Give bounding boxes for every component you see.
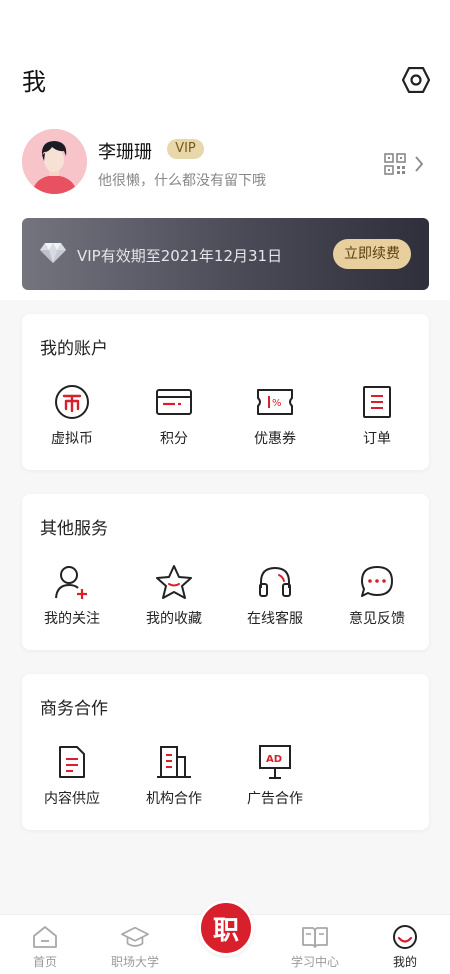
chat-icon [361, 566, 393, 597]
institution-cooperation-label: 机构合作 [146, 791, 202, 807]
settings-button[interactable] [400, 64, 432, 96]
svg-text:AD: AD [266, 754, 282, 765]
book-icon [302, 927, 328, 948]
tab-mine-label: 我的 [392, 955, 417, 969]
coin-icon [55, 385, 89, 419]
renew-button[interactable]: 立即续费 [333, 239, 411, 269]
diamond-icon [40, 243, 66, 263]
account-card: 我的账户 虚拟币 积分 % 优惠券 订单 [22, 314, 429, 470]
tab-home-label: 首页 [32, 955, 57, 969]
vip-banner: VIP有效期至2021年12月31日 立即续费 [22, 218, 429, 290]
services-card-title: 其他服务 [40, 519, 108, 539]
qr-code-icon [384, 153, 406, 175]
building-icon [157, 746, 191, 778]
chevron-right-icon [415, 156, 424, 172]
avatar[interactable] [22, 129, 87, 194]
my-favorites-label: 我的收藏 [146, 611, 202, 627]
ad-board-icon: AD [259, 745, 291, 779]
virtual-coin-item[interactable]: 虚拟币 [22, 382, 122, 462]
coupon-item[interactable]: % 优惠券 [225, 382, 325, 462]
services-card: 其他服务 我的关注 我的收藏 在线客服 意见反馈 [22, 494, 429, 650]
headset-icon [259, 566, 291, 597]
my-favorites-item[interactable]: 我的收藏 [124, 562, 224, 642]
virtual-coin-label: 虚拟币 [51, 431, 93, 447]
follow-icon [55, 566, 87, 599]
svg-text:%: % [272, 398, 282, 409]
business-card: 商务合作 内容供应 机构合作 AD 广告合作 [22, 674, 429, 830]
avatar-illustration [22, 129, 87, 194]
my-follow-item[interactable]: 我的关注 [22, 562, 122, 642]
page-title: 我 [22, 68, 46, 96]
feedback-label: 意见反馈 [349, 611, 405, 627]
my-follow-label: 我的关注 [44, 611, 100, 627]
tab-career-university-label: 职场大学 [110, 955, 159, 969]
content-supply-label: 内容供应 [44, 791, 100, 807]
username: 李珊珊 [98, 142, 152, 163]
coupon-label: 优惠券 [254, 431, 296, 447]
order-icon [363, 386, 391, 418]
home-icon [33, 926, 57, 948]
qr-code-button[interactable] [384, 151, 430, 177]
star-icon [156, 565, 192, 599]
profile-face-icon [393, 925, 417, 949]
coupon-icon: % [257, 389, 293, 415]
vip-expiry-text: VIP有效期至2021年12月31日 [77, 247, 283, 265]
tab-career-university[interactable]: 职场大学 [95, 915, 175, 974]
tab-learning-center-label: 学习中心 [290, 955, 339, 969]
institution-cooperation-item[interactable]: 机构合作 [124, 742, 224, 822]
order-item[interactable]: 订单 [327, 382, 427, 462]
tab-learning-center[interactable]: 学习中心 [275, 915, 355, 974]
feedback-item[interactable]: 意见反馈 [327, 562, 427, 642]
content-supply-item[interactable]: 内容供应 [22, 742, 122, 822]
document-icon [59, 746, 85, 778]
tab-mine[interactable]: 我的 [365, 915, 445, 974]
business-card-title: 商务合作 [40, 699, 108, 719]
hexagon-settings-icon [402, 67, 430, 93]
tab-home[interactable]: 首页 [5, 915, 85, 974]
points-item[interactable]: 积分 [124, 382, 224, 462]
center-logo-tab[interactable]: 职 [198, 900, 254, 956]
user-bio: 他很懒，什么都没有留下哦 [98, 173, 266, 189]
ad-cooperation-label: 广告合作 [247, 791, 303, 807]
online-support-item[interactable]: 在线客服 [225, 562, 325, 642]
graduation-cap-icon [121, 926, 149, 947]
online-support-label: 在线客服 [247, 611, 303, 627]
vip-badge: VIP [167, 139, 204, 159]
ad-cooperation-item[interactable]: AD 广告合作 [225, 742, 325, 822]
points-label: 积分 [160, 431, 188, 447]
card-icon [156, 389, 192, 415]
account-card-title: 我的账户 [40, 339, 108, 359]
order-label: 订单 [363, 431, 391, 447]
